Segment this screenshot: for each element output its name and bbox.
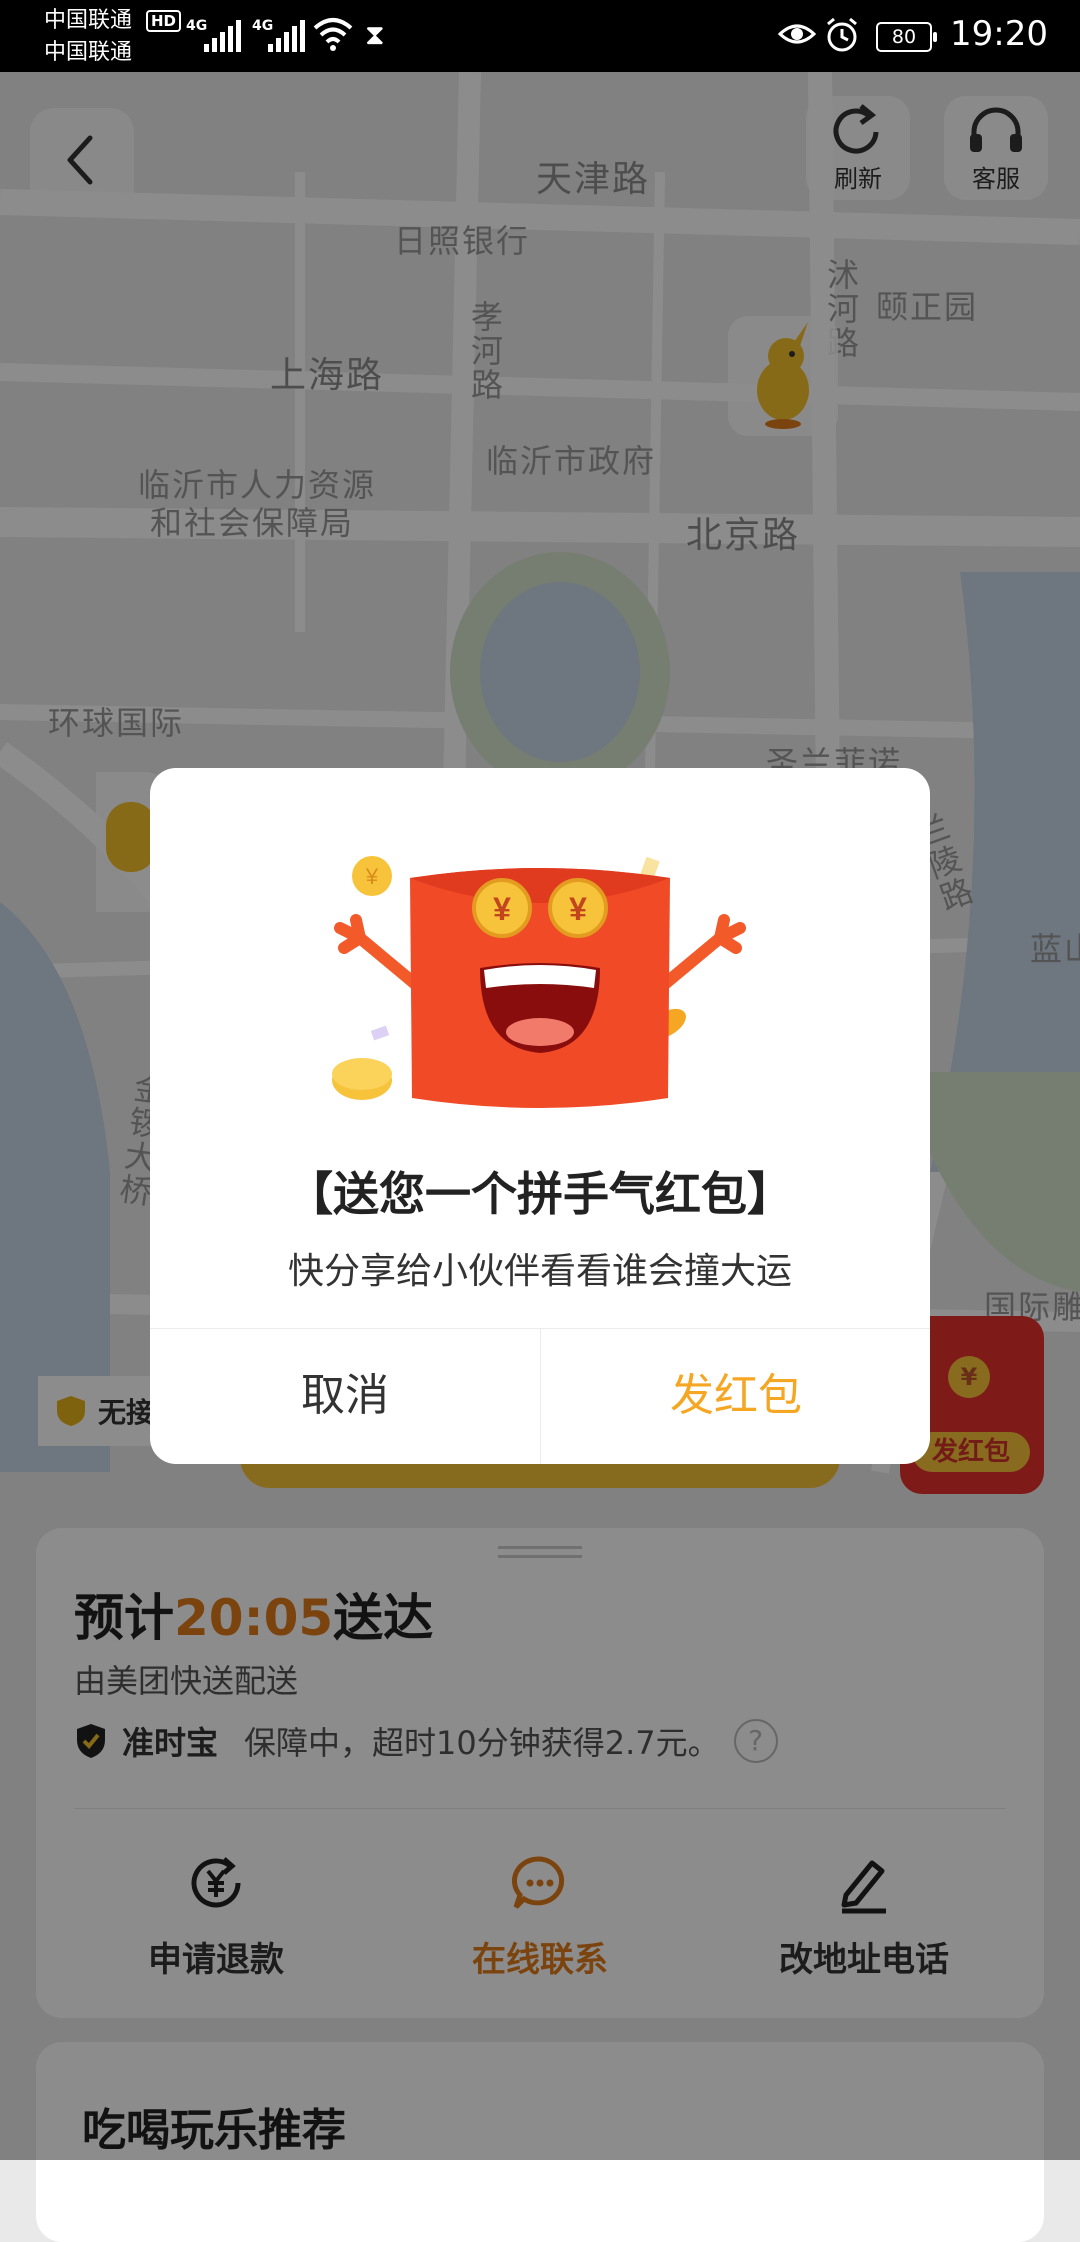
dialog-subtitle: 快分享给小伙伴看看谁会撞大运 bbox=[287, 1251, 792, 1292]
battery-icon: 80 bbox=[876, 22, 937, 52]
wifi-icon bbox=[313, 18, 353, 51]
clock: 19:20 bbox=[950, 14, 1048, 54]
dialog-title: 【送您一个拼手气红包】 bbox=[287, 1167, 793, 1221]
svg-text:¥: ¥ bbox=[493, 891, 511, 927]
signal-icon bbox=[204, 20, 244, 52]
status-bar: 中国联通 中国联通 HD 4G 4G ⧗ 80 19:20 bbox=[0, 0, 1080, 72]
alarm-icon bbox=[827, 17, 857, 52]
red-packet-mascot-icon: ¥ ¥ ¥ bbox=[332, 856, 746, 1108]
carrier-label: 中国联通 bbox=[44, 8, 133, 33]
svg-text:¥: ¥ bbox=[365, 864, 379, 889]
cancel-button[interactable]: 取消 bbox=[150, 1328, 540, 1464]
red-packet-dialog: ¥ ¥ ¥ 【送您一个拼手气红包】 快分享给小伙伴看看谁会撞大运 取消 发红包 bbox=[150, 768, 930, 1464]
send-red-packet-button[interactable]: 发红包 bbox=[541, 1328, 930, 1464]
svg-text:¥: ¥ bbox=[569, 891, 587, 927]
eye-comfort-icon bbox=[778, 24, 816, 44]
signal-icon-2 bbox=[268, 20, 308, 52]
hourglass-icon: ⧗ bbox=[365, 18, 385, 51]
hd-badge: HD bbox=[146, 10, 182, 32]
carrier-label-2: 中国联通 bbox=[44, 40, 133, 65]
